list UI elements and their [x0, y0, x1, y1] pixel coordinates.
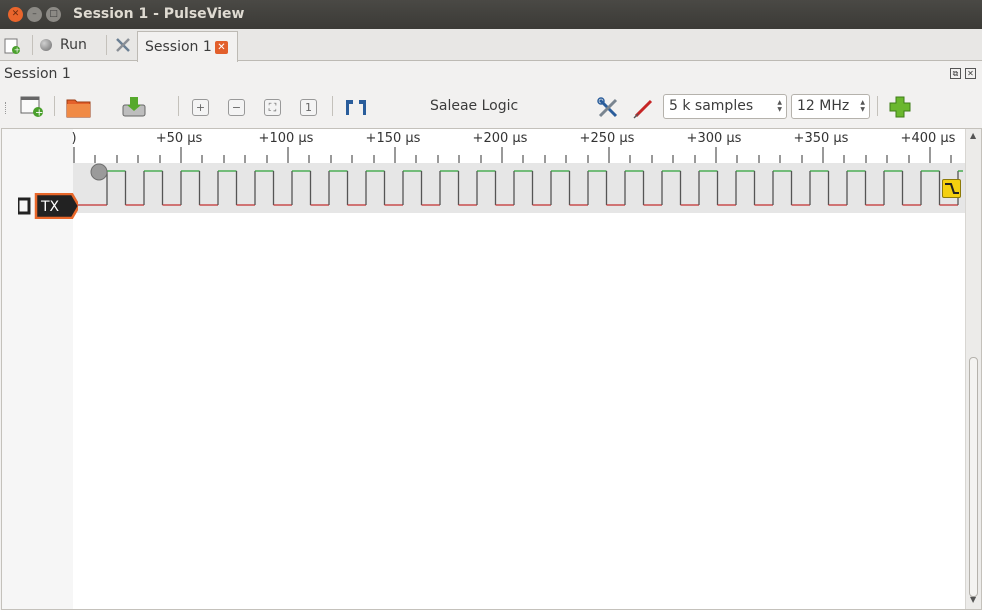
ruler-label: +300 µs	[686, 131, 742, 146]
ruler-label: )	[71, 131, 77, 146]
cursor-button[interactable]	[344, 98, 368, 120]
save-icon	[122, 97, 146, 117]
device-selector[interactable]: Saleae Logic	[430, 98, 518, 114]
toolbar-separator	[54, 96, 55, 116]
channel-drag-handle-icon[interactable]	[18, 197, 31, 215]
scroll-up-icon[interactable]: ▲	[970, 131, 976, 140]
session-tab-label: Session 1	[145, 39, 212, 55]
session-toolbar: + + − ⛶ 1 Saleae Logic 5 k samples ▲ ▼ 1…	[0, 88, 982, 199]
channel-tx-trace[interactable]	[73, 163, 965, 213]
tab-separator	[32, 35, 33, 55]
spin-arrows-icon[interactable]: ▲ ▼	[777, 99, 782, 113]
dock-buttons: ⧉ ✕	[950, 68, 976, 79]
ruler-label: +150 µs	[365, 131, 421, 146]
configure-tools-icon	[597, 97, 618, 118]
zoom-fit-button[interactable]: ⛶	[264, 99, 281, 116]
ruler-label: +100 µs	[258, 131, 314, 146]
add-decoder-button[interactable]	[889, 96, 911, 122]
close-tab-icon[interactable]: ✕	[215, 41, 228, 54]
run-label: Run	[60, 37, 87, 53]
svg-text:+: +	[35, 108, 43, 119]
trigger-edge-button[interactable]	[942, 179, 961, 198]
close-dock-icon[interactable]: ✕	[965, 68, 976, 79]
new-session-icon: +	[4, 38, 20, 55]
ruler-label: +50 µs	[155, 131, 203, 146]
zoom-in-button[interactable]: +	[192, 99, 209, 116]
close-window-icon[interactable]: ✕	[8, 7, 23, 22]
save-button[interactable]	[122, 96, 148, 122]
float-dock-icon[interactable]: ⧉	[950, 68, 961, 79]
scroll-down-icon[interactable]: ▼	[970, 595, 976, 604]
settings-tab-button[interactable]	[114, 29, 136, 61]
minimize-window-icon[interactable]: –	[27, 7, 42, 22]
probe-config-button[interactable]	[633, 97, 655, 123]
sample-rate-value: 12 MHz	[797, 98, 850, 114]
add-icon	[889, 96, 911, 118]
toolbar-separator	[877, 96, 878, 116]
sample-rate-selector[interactable]: 12 MHz ▲ ▼	[791, 94, 870, 119]
channel-name: TX	[41, 199, 60, 215]
tab-separator	[106, 35, 107, 55]
tab-session-1[interactable]: Session 1 ✕	[137, 31, 238, 62]
vertical-scrollbar[interactable]: ▲ ▼	[965, 129, 981, 609]
ruler-label: +250 µs	[579, 131, 635, 146]
main-tab-bar: + Run Session 1 ✕	[0, 29, 982, 62]
window-title: Session 1 - PulseView	[73, 6, 245, 22]
ruler-label: +350 µs	[793, 131, 849, 146]
svg-text:+: +	[14, 46, 20, 55]
toolbar-separator	[178, 96, 179, 116]
time-ruler[interactable]: ) +50 µs +100 µs +150 µs +200 µs +250 µs…	[71, 129, 965, 163]
configure-device-button[interactable]	[597, 97, 619, 123]
falling-edge-icon	[945, 183, 959, 194]
tools-icon	[116, 38, 130, 52]
session-header: Session 1	[4, 66, 71, 82]
new-view-icon: +	[20, 96, 43, 119]
probe-icon	[633, 99, 653, 119]
sample-count-selector[interactable]: 5 k samples ▲ ▼	[663, 94, 787, 119]
toolbar-grip[interactable]	[5, 102, 8, 114]
run-status-icon	[40, 39, 52, 51]
ruler-label: +400 µs	[900, 131, 956, 146]
spin-arrows-icon[interactable]: ▲ ▼	[860, 99, 865, 113]
open-button[interactable]	[66, 96, 92, 122]
toolbar-separator	[332, 96, 333, 116]
new-view-button[interactable]: +	[20, 96, 44, 122]
folder-open-icon	[66, 99, 91, 118]
new-session-button[interactable]: +	[4, 29, 26, 61]
trace-view[interactable]: ) +50 µs +100 µs +150 µs +200 µs +250 µs…	[1, 128, 982, 610]
sample-count-value: 5 k samples	[669, 98, 754, 114]
title-bar: ✕ – □ Session 1 - PulseView	[0, 0, 982, 29]
zoom-original-button[interactable]: 1	[300, 99, 317, 116]
run-button[interactable]: Run	[40, 29, 87, 61]
cursor-icon	[346, 100, 366, 115]
cursor-handle-icon[interactable]	[90, 163, 108, 181]
ruler-label: +200 µs	[472, 131, 528, 146]
maximize-window-icon[interactable]: □	[46, 7, 61, 22]
zoom-out-button[interactable]: −	[228, 99, 245, 116]
scrollbar-thumb[interactable]	[969, 357, 978, 597]
